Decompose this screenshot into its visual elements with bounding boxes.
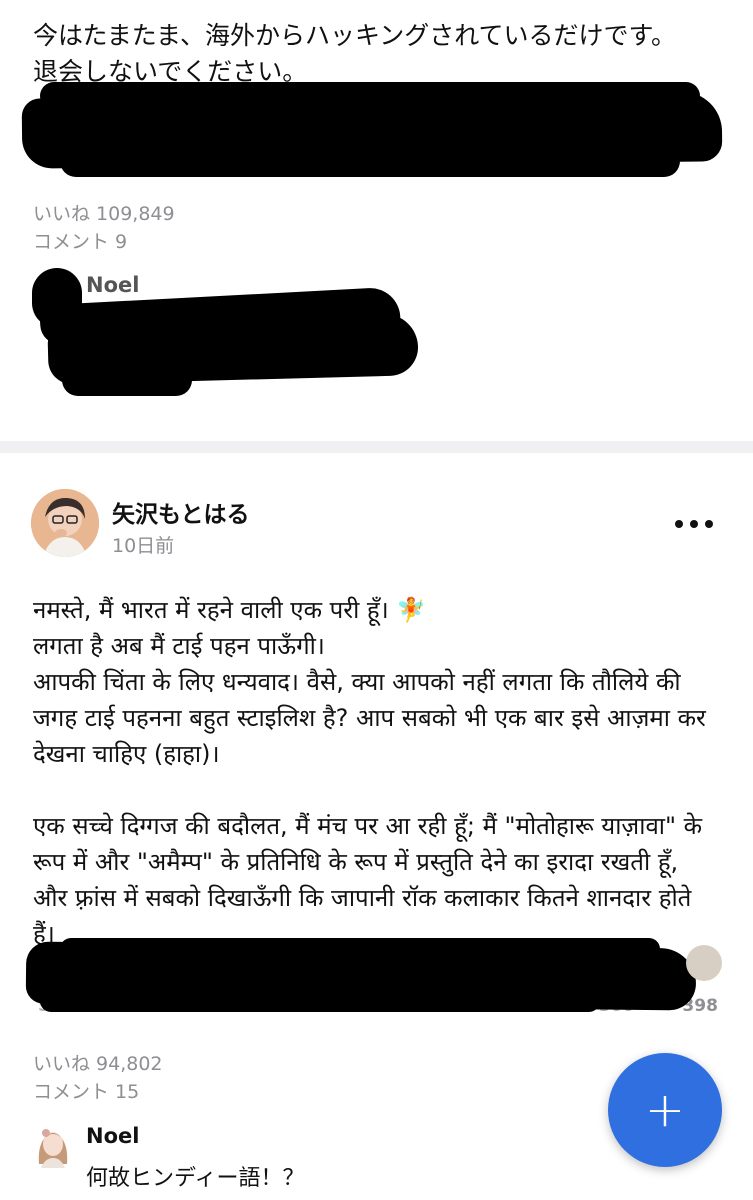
post-divider bbox=[0, 441, 753, 453]
post1-comment-count[interactable]: コメント 9 bbox=[33, 228, 127, 256]
post1-like-count[interactable]: いいね 109,849 bbox=[33, 200, 175, 228]
comment-author[interactable]: Noel bbox=[86, 1124, 139, 1148]
more-options-icon[interactable] bbox=[675, 520, 713, 528]
compose-button[interactable]: + bbox=[608, 1053, 722, 1167]
post-timestamp: 10日前 bbox=[112, 535, 175, 557]
plus-icon: + bbox=[644, 1082, 686, 1138]
post2-comment-count[interactable]: コメント 15 bbox=[33, 1078, 139, 1106]
post2-like-count[interactable]: いいね 94,802 bbox=[33, 1050, 163, 1078]
post1-text: 今はたまたま、海外からハッキングされているだけです。 退会しないでください。 bbox=[33, 21, 677, 86]
post2-text: नमस्ते, मैं भारत में रहने वाली एक परी हू… bbox=[33, 596, 706, 948]
comment-text: 何故ヒンディー語！？ bbox=[86, 1166, 305, 1191]
commenter-avatar[interactable] bbox=[33, 1124, 73, 1168]
avatar[interactable] bbox=[31, 489, 99, 557]
author-name[interactable]: 矢沢もとはる bbox=[112, 495, 250, 529]
post1-comment-author: Noel bbox=[86, 273, 140, 297]
